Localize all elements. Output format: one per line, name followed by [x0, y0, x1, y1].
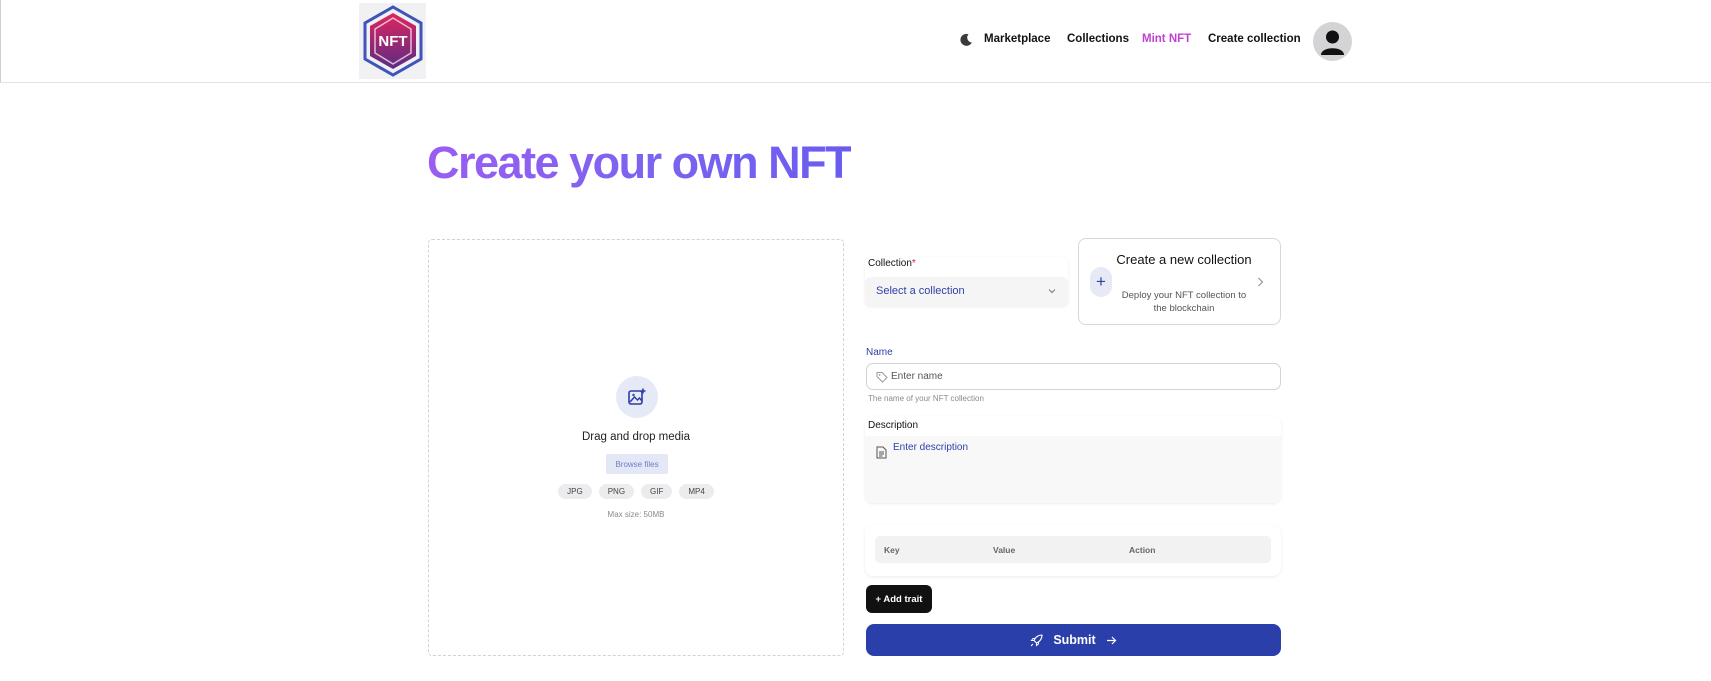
nav-mint-nft[interactable]: Mint NFT — [1142, 33, 1191, 51]
name-label: Name — [866, 347, 893, 358]
required-marker: * — [911, 258, 916, 269]
format-badge: GIF — [641, 484, 673, 499]
chevron-right-icon — [1258, 277, 1264, 287]
create-new-collection-card[interactable]: + Create a new collection Deploy your NF… — [1078, 238, 1281, 325]
logo-text: NFT — [378, 33, 407, 50]
format-badge: MP4 — [679, 484, 714, 499]
page-title: Create your own NFT — [427, 133, 853, 193]
description-textarea[interactable]: Enter description — [865, 436, 1281, 503]
traits-table: Key Value Action — [865, 525, 1281, 576]
column-header-key: Key — [884, 545, 900, 555]
format-badge: PNG — [598, 484, 635, 499]
format-badge: JPG — [558, 484, 592, 499]
name-help-text: The name of your NFT collection — [868, 394, 984, 403]
rocket-icon — [1030, 633, 1043, 646]
chevron-down-icon — [1048, 289, 1056, 294]
add-trait-button[interactable]: + Add trait — [866, 585, 932, 613]
tag-icon — [876, 372, 888, 383]
nav-marketplace[interactable]: Marketplace — [984, 33, 1050, 51]
browse-files-button[interactable]: Browse files — [606, 454, 668, 474]
column-header-action: Action — [1129, 545, 1156, 555]
moon-icon[interactable] — [959, 33, 973, 47]
submit-label: Submit — [1053, 633, 1096, 647]
nav-create-collection[interactable]: Create collection — [1208, 33, 1301, 51]
dropzone-text: Drag and drop media — [581, 431, 691, 443]
collection-select-value: Select a collection — [876, 285, 965, 297]
name-input[interactable]: Enter name — [866, 363, 1281, 390]
new-collection-title: Create a new collection — [1116, 252, 1252, 267]
plus-icon: + — [1090, 267, 1112, 297]
new-collection-subtitle: Deploy your NFT collection to the blockc… — [1121, 290, 1247, 314]
document-icon — [876, 446, 887, 459]
description-field: Description Enter description — [865, 416, 1281, 503]
upload-icon-badge — [616, 376, 658, 418]
description-label: Description — [868, 420, 919, 431]
max-size-text: Max size: 50MB — [607, 510, 665, 519]
image-plus-icon — [628, 388, 646, 405]
nft-logo[interactable]: NFT — [359, 3, 426, 79]
top-navbar: NFT Marketplace Collections Mint NFT Cre… — [0, 0, 1711, 83]
column-header-value: Value — [993, 545, 1016, 555]
nav-collections[interactable]: Collections — [1067, 33, 1129, 51]
nft-logo-hexagon: NFT — [363, 5, 422, 77]
submit-button[interactable]: Submit — [866, 624, 1281, 656]
media-dropzone[interactable]: Drag and drop media Browse files JPG PNG… — [428, 239, 844, 656]
collection-field: Collection* Select a collection — [865, 257, 1068, 306]
traits-table-header: Key Value Action — [875, 536, 1271, 563]
arrow-right-icon — [1106, 636, 1117, 644]
name-placeholder: Enter name — [891, 371, 943, 382]
avatar[interactable] — [1313, 22, 1352, 61]
format-badges: JPG PNG GIF MP4 — [429, 484, 843, 499]
user-icon — [1321, 30, 1344, 55]
collection-select[interactable]: Select a collection — [865, 277, 1068, 306]
collection-label: Collection* — [868, 258, 916, 269]
description-placeholder: Enter description — [893, 442, 969, 453]
